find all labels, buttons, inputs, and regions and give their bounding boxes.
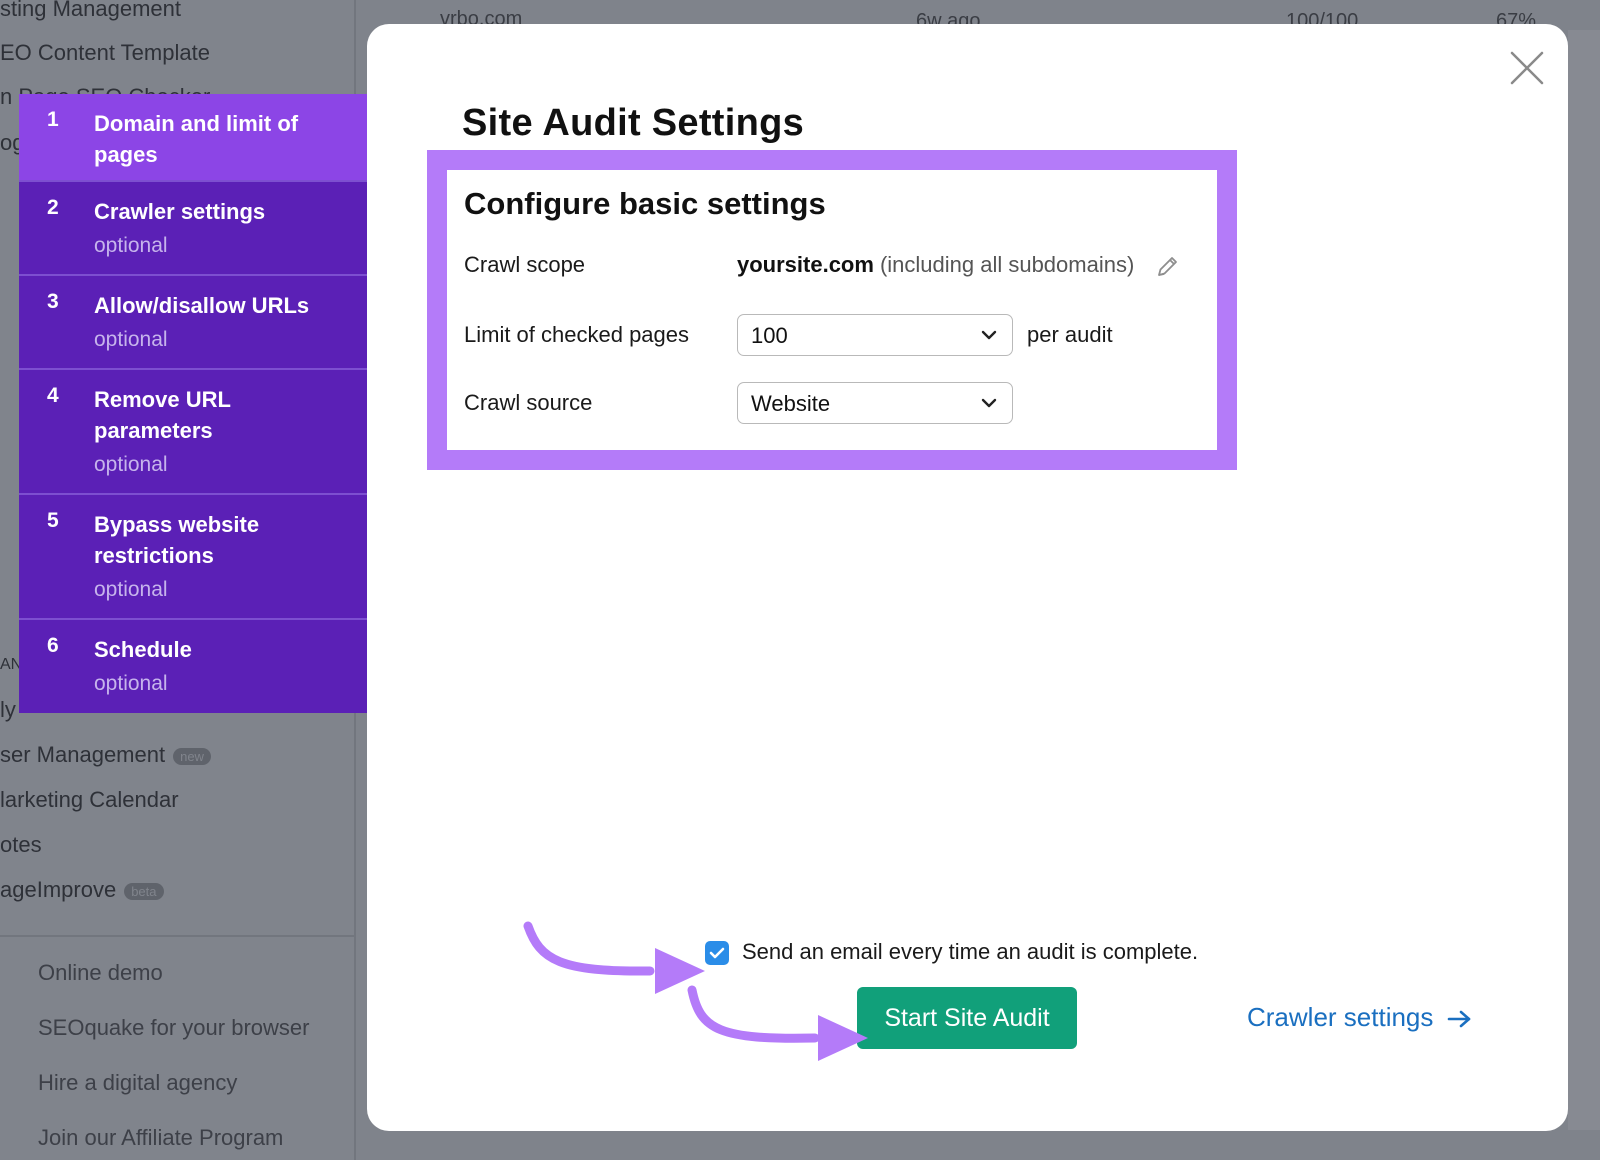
step-domain-and-limit[interactable]: 1 Domain and limit of pages (19, 94, 367, 182)
crawl-source-selected-value: Website (751, 391, 831, 416)
step-title: Allow/disallow URLs (94, 293, 310, 318)
bg-right-column (1568, 30, 1600, 1130)
settings-steps-list: 1 Domain and limit of pages 2 Crawler se… (19, 94, 367, 713)
crawl-scope-value: yoursite.com (including all subdomains) (737, 252, 1134, 278)
step-optional-label: optional (94, 328, 168, 351)
limit-pages-select[interactable]: 100 (737, 314, 1013, 356)
modal-title: Site Audit Settings (462, 102, 805, 144)
crawler-settings-link[interactable]: Crawler settings (1247, 1002, 1473, 1033)
edit-crawl-scope-button[interactable] (1155, 253, 1181, 279)
new-badge: new (173, 747, 211, 765)
per-audit-suffix: per audit (1027, 322, 1113, 347)
bg-sidebar-item: larketing Calendar (0, 787, 179, 812)
step-optional-label: optional (94, 234, 168, 257)
step-remove-url-parameters[interactable]: 4 Remove URL parameters optional (19, 370, 367, 495)
step-number: 6 (47, 634, 59, 657)
chevron-down-icon (981, 398, 997, 408)
limit-pages-selected-value: 100 (751, 323, 788, 348)
step-title: Domain and limit of pages (94, 111, 299, 167)
bg-sidebar-item: ly (0, 697, 16, 722)
bg-sidebar-item: ageImprove beta (0, 877, 164, 903)
step-optional-label: optional (94, 672, 168, 695)
step-optional-label: optional (94, 578, 168, 601)
step-schedule[interactable]: 6 Schedule optional (19, 620, 367, 713)
bg-footer-link: SEOquake for your browser (38, 1015, 310, 1040)
bg-sidebar-item-label: ageImprove (0, 877, 117, 902)
step-number: 3 (47, 290, 59, 313)
bg-sidebar-item-label: ser Management (0, 742, 166, 767)
crawl-scope-label: Crawl scope (464, 252, 586, 277)
step-number: 1 (47, 108, 59, 131)
step-crawler-settings[interactable]: 2 Crawler settings optional (19, 182, 367, 276)
close-button[interactable] (1507, 48, 1547, 88)
email-notification-label: Send an email every time an audit is com… (742, 939, 1199, 964)
bg-sidebar-item: otes (0, 832, 42, 857)
crawl-scope-domain: yoursite.com (737, 252, 874, 277)
limit-pages-label: Limit of checked pages (464, 322, 690, 347)
step-number: 5 (47, 509, 59, 532)
bg-footer-link: Join our Affiliate Program (38, 1125, 284, 1150)
step-number: 2 (47, 196, 59, 219)
step-title: Bypass website restrictions (94, 512, 260, 568)
beta-badge: beta (124, 882, 164, 900)
bg-sidebar-item: sting Management (0, 0, 181, 21)
site-audit-settings-modal: Site Audit Settings Configure basic sett… (367, 24, 1568, 1131)
chevron-down-icon (981, 330, 997, 340)
crawl-scope-note: (including all subdomains) (879, 252, 1135, 277)
arrow-right-icon (1448, 1010, 1471, 1028)
crawler-settings-link-label: Crawler settings (1247, 1002, 1434, 1032)
step-number: 4 (47, 384, 59, 407)
step-optional-label: optional (94, 453, 168, 476)
section-title: Configure basic settings (464, 186, 826, 221)
step-title: Crawler settings (94, 199, 266, 224)
close-icon (1510, 51, 1544, 85)
email-notification-checkbox[interactable] (705, 941, 729, 965)
step-title: Schedule (94, 637, 192, 662)
bg-sidebar-item: ser Management new (0, 742, 211, 768)
crawl-source-label: Crawl source (464, 390, 593, 415)
crawl-source-select[interactable]: Website (737, 382, 1013, 424)
checkmark-icon (709, 947, 725, 959)
bg-sidebar-item: EO Content Template (0, 40, 210, 65)
bg-divider (0, 935, 354, 937)
step-allow-disallow-urls[interactable]: 3 Allow/disallow URLs optional (19, 276, 367, 370)
step-title: Remove URL parameters (94, 387, 231, 443)
pencil-icon (1158, 257, 1177, 276)
basic-settings-panel: Configure basic settings Crawl scope you… (427, 150, 1237, 470)
bg-footer-link: Hire a digital agency (38, 1070, 238, 1095)
step-bypass-website-restrictions[interactable]: 5 Bypass website restrictions optional (19, 495, 367, 620)
start-site-audit-button[interactable]: Start Site Audit (857, 987, 1077, 1049)
bg-footer-link: Online demo (38, 960, 163, 985)
